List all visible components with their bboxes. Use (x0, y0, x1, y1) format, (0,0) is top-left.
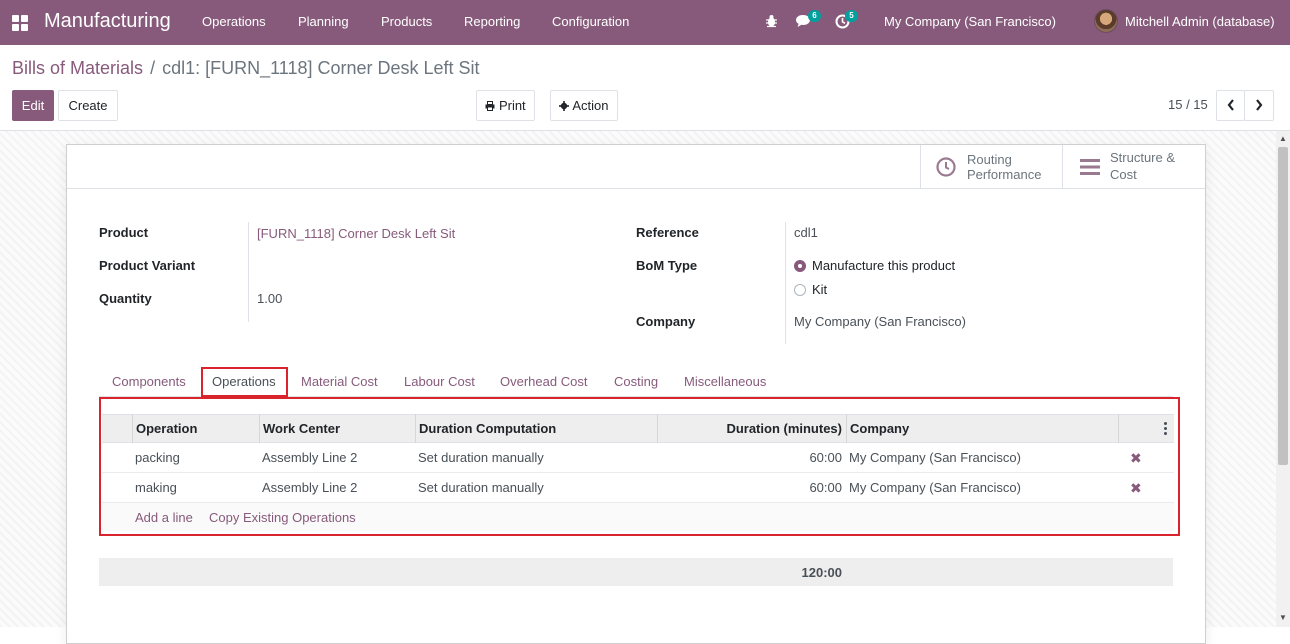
row-company[interactable]: My Company (San Francisco) (849, 450, 1021, 465)
tab-overhead-cost[interactable]: Overhead Cost (500, 374, 587, 389)
bom-type-kit-label[interactable]: Kit (812, 282, 827, 297)
breadcrumb: Bills of Materials / cdl1: [FURN_1118] C… (12, 58, 480, 79)
tab-operations[interactable]: Operations (212, 374, 276, 389)
smart-button-box: Routing Performance Structure & Cost (67, 145, 1205, 189)
row-work-center[interactable]: Assembly Line 2 (262, 480, 357, 495)
clock-icon (936, 157, 956, 177)
scrollbar-thumb[interactable] (1278, 147, 1288, 465)
company-switcher[interactable]: My Company (San Francisco) (884, 14, 1056, 29)
delete-row-icon[interactable]: ✖ (1130, 480, 1142, 497)
app-name[interactable]: Manufacturing (44, 10, 171, 33)
row-company[interactable]: My Company (San Francisco) (849, 480, 1021, 495)
right-group-divider (785, 222, 786, 344)
structure-label-line1: Structure & (1110, 150, 1176, 165)
column-separator (1118, 414, 1119, 443)
product-label: Product (99, 225, 149, 240)
print-label: Print (498, 98, 526, 113)
column-separator (657, 414, 658, 443)
routing-label-line2: Performance (967, 167, 1042, 182)
row-duration-computation[interactable]: Set duration manually (418, 450, 544, 465)
routing-label-line1: Routing (967, 152, 1012, 167)
tab-material-cost[interactable]: Material Cost (301, 374, 378, 389)
structure-label-line2: Cost (1110, 167, 1137, 182)
copy-existing-operations-link[interactable]: Copy Existing Operations (209, 510, 356, 525)
company-label: Company (636, 314, 696, 329)
product-field[interactable]: [FURN_1118] Corner Desk Left Sit (257, 226, 455, 241)
column-separator (259, 414, 260, 443)
structure-cost-button[interactable]: Structure & Cost (1062, 145, 1205, 188)
menu-operations[interactable]: Operations (202, 14, 266, 29)
total-duration: 120:00 (801, 565, 842, 580)
pager-next-button[interactable] (1244, 90, 1274, 121)
table-total-bar (99, 558, 1173, 586)
menu-configuration[interactable]: Configuration (552, 14, 629, 29)
activities-count-badge: 5 (845, 10, 858, 22)
company-field[interactable]: My Company (San Francisco) (794, 314, 966, 329)
print-button[interactable]: Print (476, 90, 535, 121)
row-duration[interactable]: 60:00 (740, 480, 842, 495)
print-icon (485, 101, 495, 111)
list-bars-icon (1080, 159, 1100, 175)
gear-icon (559, 101, 570, 111)
column-header-company[interactable]: Company (850, 421, 909, 436)
delete-row-icon[interactable]: ✖ (1130, 450, 1142, 467)
bom-type-manufacture-radio[interactable] (794, 260, 806, 272)
breadcrumb-separator: / (150, 58, 156, 78)
column-separator (415, 414, 416, 443)
tab-costing[interactable]: Costing (614, 374, 658, 389)
create-button[interactable]: Create (58, 90, 118, 121)
pager-previous-button[interactable] (1216, 90, 1245, 121)
messages-count-badge: 6 (808, 10, 821, 22)
row-duration[interactable]: 60:00 (740, 450, 842, 465)
column-header-duration-computation[interactable]: Duration Computation (419, 421, 556, 436)
column-separator (132, 414, 133, 443)
row-operation[interactable]: packing (135, 450, 180, 465)
bom-type-label: BoM Type (636, 258, 698, 273)
bom-type-manufacture-label[interactable]: Manufacture this product (812, 258, 955, 273)
column-header-operation[interactable]: Operation (136, 421, 197, 436)
debug-bug-icon[interactable] (765, 14, 778, 28)
scroll-down-arrow-icon[interactable]: ▼ (1279, 613, 1287, 622)
column-header-duration-minutes[interactable]: Duration (minutes) (662, 421, 842, 436)
scroll-up-arrow-icon[interactable]: ▲ (1279, 134, 1287, 143)
optional-columns-kebab-icon[interactable] (1163, 422, 1167, 436)
tab-labour-cost[interactable]: Labour Cost (404, 374, 475, 389)
left-group-divider (248, 222, 249, 322)
tab-components[interactable]: Components (112, 374, 186, 389)
apps-menu-icon[interactable] (12, 15, 28, 31)
menu-planning[interactable]: Planning (298, 14, 349, 29)
quantity-field[interactable]: 1.00 (257, 291, 282, 306)
row-operation[interactable]: making (135, 480, 177, 495)
menu-products[interactable]: Products (381, 14, 432, 29)
user-menu[interactable]: Mitchell Admin (database) (1125, 14, 1275, 29)
add-a-line-link[interactable]: Add a line (135, 510, 193, 525)
reference-label: Reference (636, 225, 699, 240)
user-avatar[interactable] (1094, 9, 1118, 33)
column-separator (846, 414, 847, 443)
row-duration-computation[interactable]: Set duration manually (418, 480, 544, 495)
pager-value[interactable]: 15 / 15 (1168, 97, 1208, 112)
edit-button[interactable]: Edit (12, 90, 54, 121)
chevron-left-icon (1227, 99, 1234, 111)
reference-field[interactable]: cdl1 (794, 225, 818, 240)
top-navbar: Manufacturing Operations Planning Produc… (0, 0, 1290, 45)
breadcrumb-bills-of-materials[interactable]: Bills of Materials (12, 58, 143, 78)
chevron-right-icon (1256, 99, 1263, 111)
product-variant-label: Product Variant (99, 258, 196, 273)
action-button[interactable]: Action (550, 90, 618, 121)
menu-reporting[interactable]: Reporting (464, 14, 520, 29)
action-label: Action (572, 98, 609, 113)
breadcrumb-current-record: cdl1: [FURN_1118] Corner Desk Left Sit (162, 58, 480, 78)
column-header-work-center[interactable]: Work Center (263, 421, 340, 436)
row-work-center[interactable]: Assembly Line 2 (262, 450, 357, 465)
routing-performance-button[interactable]: Routing Performance (920, 145, 1062, 188)
tab-miscellaneous[interactable]: Miscellaneous (684, 374, 766, 389)
quantity-label: Quantity (99, 291, 152, 306)
vertical-scrollbar[interactable]: ▲ ▼ (1276, 131, 1290, 627)
bom-type-kit-radio[interactable] (794, 284, 806, 296)
